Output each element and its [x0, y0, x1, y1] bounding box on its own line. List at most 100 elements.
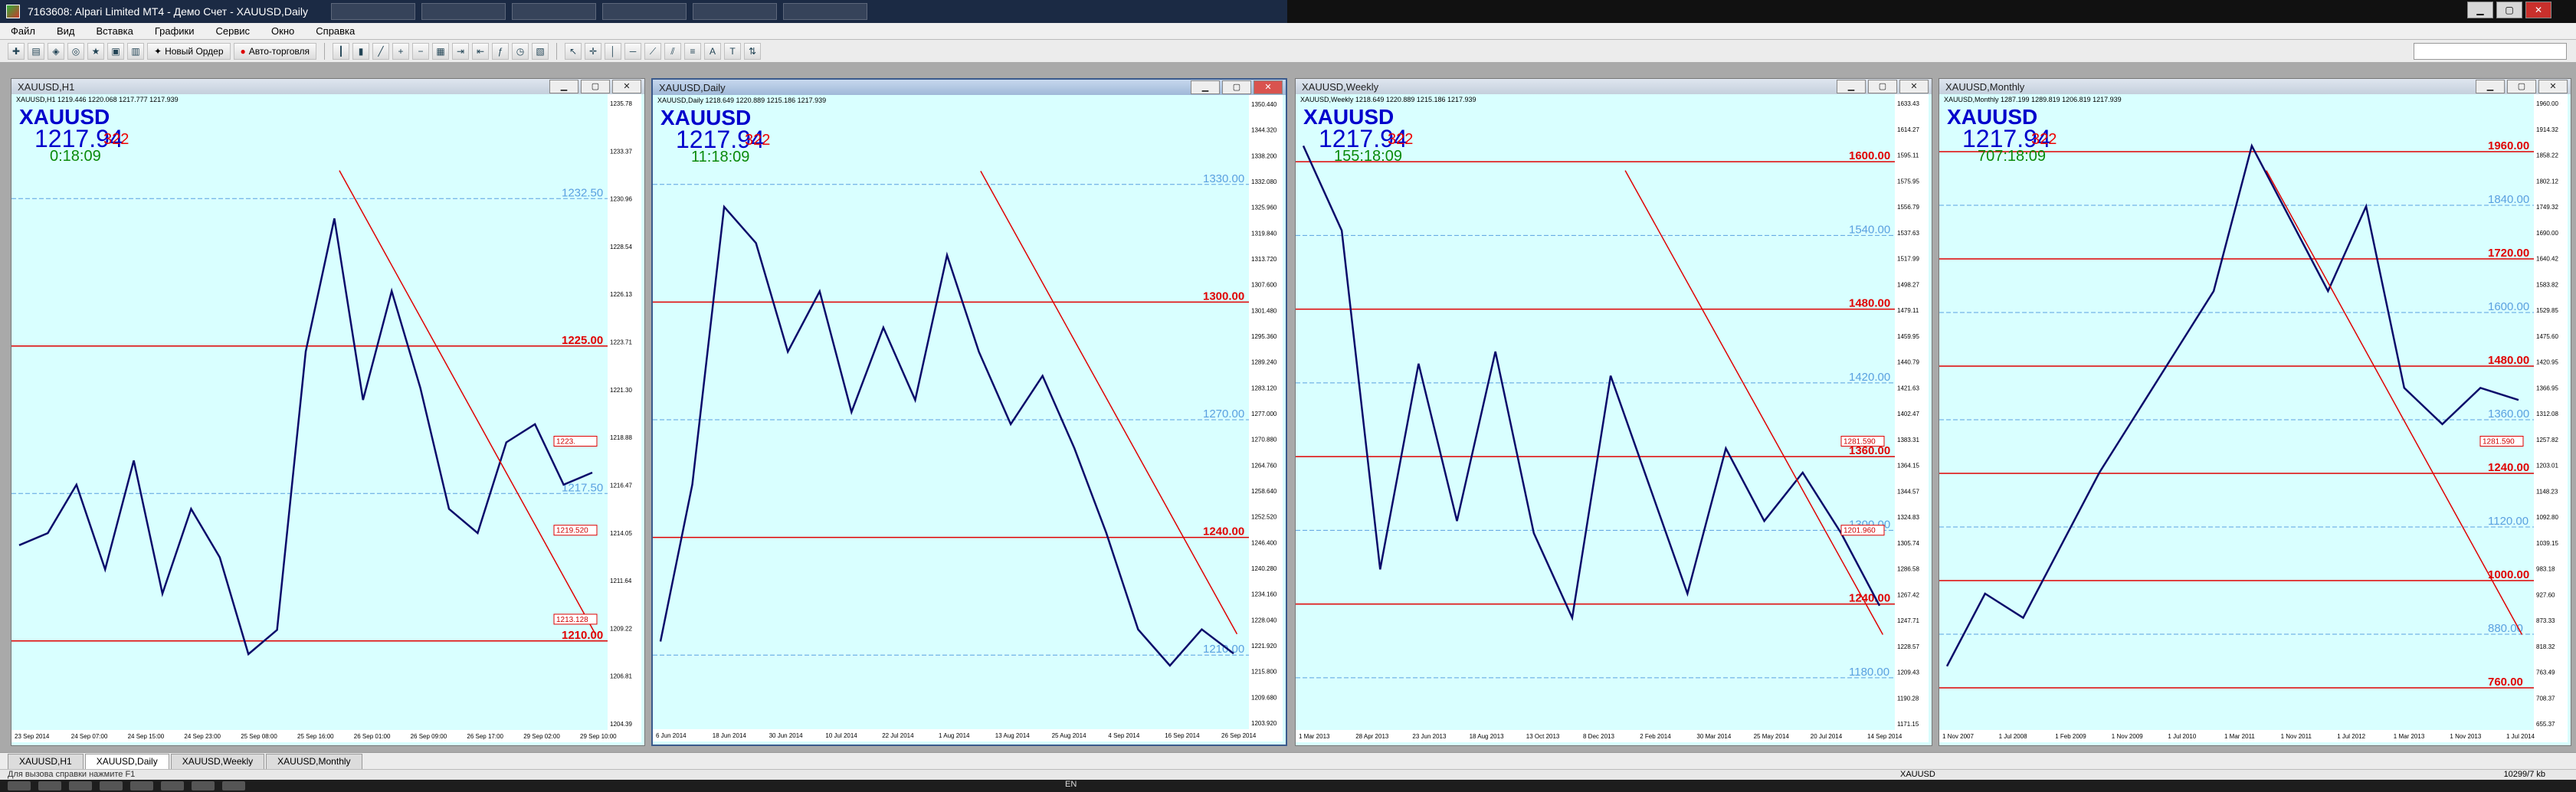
chart-canvas[interactable]: 1633.43 1614.27 1595.11 1575.95 1556.79 1537.… — [1296, 94, 1929, 742]
market-watch-icon[interactable]: ◈ — [48, 42, 64, 60]
level-label: 880.00 — [2488, 622, 2523, 635]
crosshair-icon[interactable]: ✛ — [585, 42, 602, 60]
taskbar-app[interactable] — [192, 781, 215, 790]
text-icon[interactable]: A — [704, 42, 722, 60]
background-tab[interactable] — [783, 3, 867, 20]
bar-chart-icon[interactable]: ┃ — [333, 42, 350, 60]
menu-insert[interactable]: Вставка — [86, 25, 144, 37]
search-input[interactable] — [2414, 43, 2567, 60]
chart-shift-icon[interactable]: ⇤ — [472, 42, 490, 60]
bar-timer: 155:18:09 — [1334, 148, 1402, 165]
chart-canvas[interactable]: 1350.440 1344.320 1338.200 1332.080 1325.960… — [653, 95, 1283, 741]
minimize-button[interactable]: ▁ — [549, 80, 578, 93]
periods-icon[interactable]: ◷ — [512, 42, 529, 60]
background-tab[interactable] — [512, 3, 596, 20]
chart-area[interactable]: 1350.440 1344.320 1338.200 1332.080 1325.960… — [653, 95, 1286, 745]
zoom-in-icon[interactable]: + — [392, 42, 410, 60]
maximize-button[interactable]: ▢ — [1868, 80, 1897, 93]
minimize-button[interactable]: ▁ — [1837, 80, 1866, 93]
vertical-line-icon[interactable]: │ — [605, 42, 622, 60]
menu-window[interactable]: Окно — [261, 25, 305, 37]
navigator-icon[interactable]: ★ — [87, 42, 104, 60]
level-label: 1720.00 — [2488, 247, 2529, 260]
maximize-button[interactable]: ▢ — [581, 80, 610, 93]
background-tab[interactable] — [693, 3, 777, 20]
indicators-icon[interactable]: ƒ — [492, 42, 510, 60]
chart-area[interactable]: 1235.78 1233.37 1230.96 1228.54 1226.13 1223.… — [11, 94, 644, 745]
chart-window-weekly[interactable]: XAUUSD,Weekly ▁ ▢ ✕ 1633.43 1614.27 1595.11 1… — [1295, 78, 1932, 746]
maximize-button[interactable]: ▢ — [2496, 2, 2522, 18]
date-tick-label: 1 Mar 2011 — [2224, 733, 2255, 740]
zoom-out-icon[interactable]: − — [412, 42, 430, 60]
minimize-button[interactable]: ▁ — [1191, 80, 1220, 94]
terminal-icon[interactable]: ▣ — [107, 42, 124, 60]
taskbar-app[interactable] — [130, 781, 153, 790]
price-tick-label: 1289.240 — [1251, 359, 1277, 366]
chart-area[interactable]: 1960.00 1914.32 1858.22 1802.12 1749.32 1690.… — [1939, 94, 2571, 745]
taskbar-app[interactable] — [38, 781, 61, 790]
taskbar-app[interactable] — [69, 781, 92, 790]
level-label: 1210.00 — [1203, 643, 1244, 656]
price-tick-label: 1802.12 — [2536, 178, 2558, 185]
fibonacci-icon[interactable]: ≡ — [684, 42, 702, 60]
menu-view[interactable]: Вид — [46, 25, 86, 37]
menu-help[interactable]: Справка — [305, 25, 365, 37]
price-tick-label: 1529.85 — [2536, 307, 2558, 314]
date-tick-label: 25 Sep 08:00 — [241, 733, 277, 740]
close-button[interactable]: ✕ — [612, 80, 641, 93]
horizontal-line-icon[interactable]: ─ — [624, 42, 642, 60]
tab-h1[interactable]: XAUUSD,H1 — [8, 754, 84, 769]
close-button[interactable]: ✕ — [2525, 2, 2551, 18]
taskbar-app[interactable] — [222, 781, 245, 790]
chart-canvas[interactable]: 1960.00 1914.32 1858.22 1802.12 1749.32 1690.… — [1939, 94, 2568, 742]
close-button[interactable]: ✕ — [1899, 80, 1929, 93]
price-tick-label: 1325.960 — [1251, 205, 1277, 211]
menu-tools[interactable]: Сервис — [205, 25, 261, 37]
chart-window-monthly[interactable]: XAUUSD,Monthly ▁ ▢ ✕ 1960.00 1914.32 1858.22… — [1939, 78, 2571, 746]
cursor-icon[interactable]: ↖ — [565, 42, 582, 60]
line-chart-icon[interactable]: ╱ — [372, 42, 390, 60]
close-button[interactable]: ✕ — [1254, 80, 1283, 94]
price-tick-label: 1204.39 — [610, 721, 632, 728]
templates-icon[interactable]: ▧ — [532, 42, 549, 60]
background-tab[interactable] — [331, 3, 415, 20]
tab-monthly[interactable]: XAUUSD,Monthly — [266, 754, 362, 769]
chart-title-text: XAUUSD,Monthly — [1945, 80, 2025, 93]
chart-window-daily[interactable]: XAUUSD,Daily ▁ ▢ ✕ 1350.440 1344.320 1338.20… — [651, 78, 1287, 746]
new-chart-icon[interactable]: ✚ — [8, 42, 25, 60]
data-window-icon[interactable]: ◎ — [67, 42, 84, 60]
auto-trading-button[interactable]: ● Авто-торговля — [233, 42, 317, 60]
menu-file[interactable]: Файл — [0, 25, 46, 37]
price-tick-label: 1286.58 — [1897, 566, 1919, 573]
chart-window-h1[interactable]: XAUUSD,H1 ▁ ▢ ✕ 1235.78 1233.37 1230.96 1228.… — [11, 78, 645, 746]
tester-icon[interactable]: ▥ — [127, 42, 144, 60]
taskbar-app[interactable] — [161, 781, 184, 790]
minimize-button[interactable]: ▁ — [2467, 2, 2493, 18]
chart-area[interactable]: 1633.43 1614.27 1595.11 1575.95 1556.79 1537.… — [1296, 94, 1932, 745]
menu-charts[interactable]: Графики — [144, 25, 205, 37]
tab-weekly[interactable]: XAUUSD,Weekly — [170, 754, 265, 769]
background-tab[interactable] — [602, 3, 687, 20]
chart-canvas[interactable]: 1235.78 1233.37 1230.96 1228.54 1226.13 1223.… — [11, 94, 641, 742]
autoscroll-icon[interactable]: ⇥ — [452, 42, 470, 60]
background-tab[interactable] — [421, 3, 506, 20]
price-tick-label: 1383.31 — [1897, 437, 1919, 443]
arrows-icon[interactable]: ⇅ — [744, 42, 762, 60]
price-tick-label: 1235.78 — [610, 100, 632, 107]
keyboard-language[interactable]: EN — [1065, 780, 1077, 789]
equidistant-channel-icon[interactable]: ⫽ — [664, 42, 682, 60]
text-label-icon[interactable]: T — [724, 42, 742, 60]
maximize-button[interactable]: ▢ — [2507, 80, 2536, 93]
minimize-button[interactable]: ▁ — [2476, 80, 2505, 93]
close-button[interactable]: ✕ — [2538, 80, 2568, 93]
date-tick-label: 30 Jun 2014 — [769, 732, 804, 739]
taskbar-app[interactable] — [8, 781, 31, 790]
new-order-button[interactable]: ✦ Новый Ордер — [147, 42, 231, 60]
candlestick-icon[interactable]: ▮ — [352, 42, 370, 60]
tile-windows-icon[interactable]: ▦ — [432, 42, 450, 60]
taskbar-app[interactable] — [100, 781, 123, 790]
tab-daily[interactable]: XAUUSD,Daily — [84, 754, 169, 769]
trendline-icon[interactable]: ⟋ — [644, 42, 662, 60]
maximize-button[interactable]: ▢ — [1222, 80, 1251, 94]
profiles-icon[interactable]: ▤ — [28, 42, 44, 60]
